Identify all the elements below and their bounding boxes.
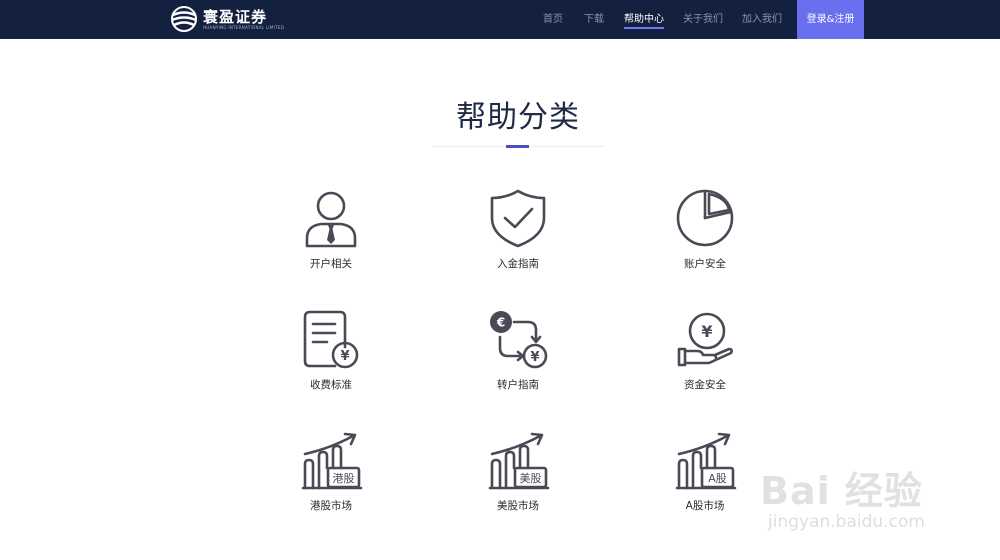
user-tie-icon — [305, 191, 357, 248]
a-stock-chart-icon: A股 — [675, 432, 737, 490]
category-fee-standards[interactable]: ¥ 收费标准 — [271, 309, 391, 419]
nav-home[interactable]: 首页 — [543, 0, 563, 39]
category-label: 入金指南 — [497, 258, 539, 270]
category-label: 收费标准 — [310, 379, 352, 391]
category-deposit-guide[interactable]: 入金指南 — [458, 188, 578, 298]
watermark-sub-text: jingyan.baidu.com — [768, 512, 925, 532]
us-stock-chart-icon: 美股 — [488, 432, 550, 490]
svg-text:¥: ¥ — [340, 349, 349, 364]
nav-home-label: 首页 — [543, 14, 563, 25]
category-hk-stock-market[interactable]: 港股 港股市场 — [271, 430, 391, 540]
page-title: 帮助分类 — [456, 100, 580, 135]
category-label: 资金安全 — [684, 379, 726, 391]
svg-text:€: € — [496, 316, 505, 330]
watermark-main-text: Bai 经验 — [760, 469, 923, 513]
category-account-opening[interactable]: 开户相关 — [271, 188, 391, 298]
document-yen-icon: ¥ — [303, 310, 359, 369]
nav-join-us[interactable]: 加入我们 — [742, 0, 782, 39]
logo-text: 寰盈证券 — [203, 8, 268, 26]
globe-logo-icon — [171, 6, 197, 32]
nav-about-us-label: 关于我们 — [683, 14, 723, 25]
nav-download-label: 下载 — [584, 14, 604, 25]
nav-download[interactable]: 下载 — [584, 0, 604, 39]
nav-help-center[interactable]: 帮助中心 — [624, 0, 664, 39]
shield-check-icon — [490, 189, 546, 248]
pie-chart-icon — [676, 189, 734, 247]
badge-text: 美股 — [520, 472, 542, 485]
badge-text: 港股 — [333, 472, 355, 485]
top-navbar: 寰盈证券 HUANYING INTERNATIONAL LIMITED 首页 下… — [0, 0, 1000, 39]
category-fund-security[interactable]: ¥ 资金安全 — [645, 309, 765, 419]
category-us-stock-market[interactable]: 美股 美股市场 — [458, 430, 578, 540]
svg-text:¥: ¥ — [701, 322, 712, 341]
category-label: 转户指南 — [497, 379, 539, 391]
category-label: A股市场 — [685, 500, 725, 512]
currency-exchange-icon: € ¥ — [490, 311, 548, 369]
category-account-security[interactable]: 账户安全 — [645, 188, 765, 298]
badge-text: A股 — [708, 472, 727, 485]
hk-stock-chart-icon: 港股 — [301, 432, 363, 490]
logo-subtext: HUANYING INTERNATIONAL LIMITED — [203, 25, 285, 30]
nav-join-us-label: 加入我们 — [742, 14, 782, 25]
category-label: 美股市场 — [497, 500, 539, 512]
login-register-button[interactable]: 登录&注册 — [797, 0, 864, 39]
title-accent-bar — [506, 145, 529, 148]
category-label: 账户安全 — [684, 258, 726, 270]
category-transfer-guide[interactable]: € ¥ 转户指南 — [458, 309, 578, 419]
baidu-jingyan-watermark: Bai 经验 jingyan.baidu.com — [760, 460, 990, 550]
nav-help-center-label: 帮助中心 — [624, 14, 664, 25]
hand-coin-icon: ¥ — [677, 312, 733, 367]
svg-text:¥: ¥ — [530, 350, 539, 365]
nav-active-underline — [624, 27, 664, 29]
category-label: 港股市场 — [310, 500, 352, 512]
category-label: 开户相关 — [310, 258, 352, 270]
nav-about-us[interactable]: 关于我们 — [683, 0, 723, 39]
brand-logo[interactable]: 寰盈证券 HUANYING INTERNATIONAL LIMITED — [170, 4, 284, 34]
category-a-stock-market[interactable]: A股 A股市场 — [645, 430, 765, 540]
